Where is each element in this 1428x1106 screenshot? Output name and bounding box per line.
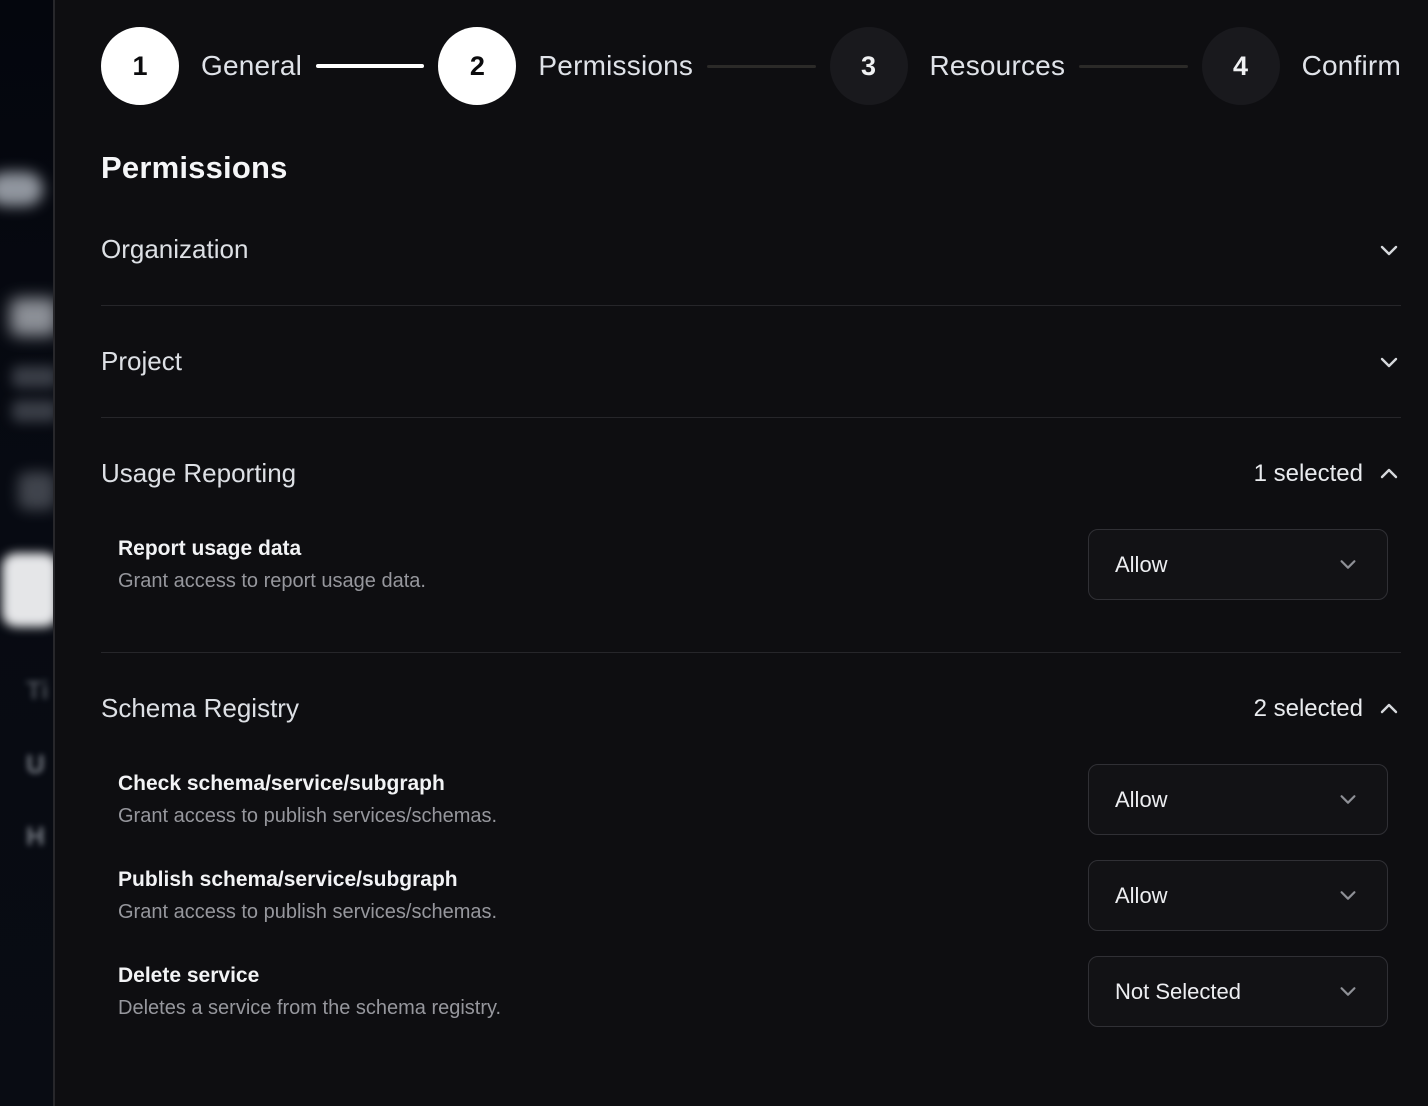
step-label: General xyxy=(201,50,302,82)
permission-select-delete-service[interactable]: Not Selected xyxy=(1088,956,1388,1027)
background-blur-blob xyxy=(12,400,55,422)
section-title: Organization xyxy=(101,234,248,265)
permission-select-report-usage-data[interactable]: Allow xyxy=(1088,529,1388,600)
select-value: Allow xyxy=(1115,883,1168,909)
permission-select-publish-schema[interactable]: Allow xyxy=(1088,860,1388,931)
section-organization: Organization xyxy=(101,194,1401,306)
permission-sections: Organization Project xyxy=(101,194,1401,1079)
step-label: Resources xyxy=(930,50,1066,82)
step-permissions: 2 Permissions xyxy=(438,27,693,105)
section-header-usage-reporting[interactable]: Usage Reporting 1 selected xyxy=(101,418,1401,503)
step-resources: 3 Resources xyxy=(830,27,1066,105)
step-confirm: 4 Confirm xyxy=(1202,27,1401,105)
select-value: Not Selected xyxy=(1115,979,1241,1005)
background-blur-blob xyxy=(12,366,55,388)
step-number-circle: 1 xyxy=(101,27,179,105)
selected-count: 2 selected xyxy=(1254,695,1363,723)
permission-description: Grant access to publish services/schemas… xyxy=(118,901,497,924)
section-title: Schema Registry xyxy=(101,693,299,724)
section-title: Project xyxy=(101,346,182,377)
permission-description: Grant access to report usage data. xyxy=(118,570,426,593)
section-header-project[interactable]: Project xyxy=(101,306,1401,417)
step-number-circle: 2 xyxy=(438,27,516,105)
blurred-sidebar-item: H xyxy=(26,816,55,856)
chevron-down-icon xyxy=(1337,980,1361,1004)
permission-row-report-usage-data: Report usage data Grant access to report… xyxy=(101,529,1401,600)
selected-count: 1 selected xyxy=(1254,460,1363,488)
section-header-organization[interactable]: Organization xyxy=(101,194,1401,305)
background-blur-blob xyxy=(18,472,55,510)
permission-title: Report usage data xyxy=(118,537,426,561)
wizard-stepper: 1 General 2 Permissions 3 Resources 4 Co… xyxy=(101,26,1401,106)
step-label: Confirm xyxy=(1302,50,1401,82)
section-usage-reporting: Usage Reporting 1 selected Report usage … xyxy=(101,418,1401,653)
background-blur-card xyxy=(2,553,55,627)
step-label: Permissions xyxy=(538,50,693,82)
permission-row-check-schema: Check schema/service/subgraph Grant acce… xyxy=(101,764,1401,835)
permission-title: Delete service xyxy=(118,964,501,988)
chevron-up-icon[interactable] xyxy=(1377,462,1401,486)
step-general: 1 General xyxy=(101,27,302,105)
section-project: Project xyxy=(101,306,1401,418)
step-number-circle: 4 xyxy=(1202,27,1280,105)
section-title: Usage Reporting xyxy=(101,458,296,489)
permission-title: Publish schema/service/subgraph xyxy=(118,868,497,892)
permission-select-check-schema[interactable]: Allow xyxy=(1088,764,1388,835)
step-connector xyxy=(1079,65,1187,68)
permission-description: Grant access to publish services/schemas… xyxy=(118,805,497,828)
page-title: Permissions xyxy=(101,150,1401,186)
blurred-sidebar-item: Ti xyxy=(26,670,55,710)
background-blur-blob xyxy=(0,172,43,206)
chevron-down-icon[interactable] xyxy=(1377,238,1401,262)
blurred-sidebar-item: U xyxy=(26,744,55,784)
permission-title: Check schema/service/subgraph xyxy=(118,772,497,796)
chevron-down-icon xyxy=(1337,553,1361,577)
chevron-down-icon xyxy=(1337,884,1361,908)
permission-description: Deletes a service from the schema regist… xyxy=(118,997,501,1020)
step-number-circle: 3 xyxy=(830,27,908,105)
select-value: Allow xyxy=(1115,552,1168,578)
chevron-down-icon[interactable] xyxy=(1377,350,1401,374)
section-header-schema-registry[interactable]: Schema Registry 2 selected xyxy=(101,653,1401,738)
step-connector xyxy=(707,65,815,68)
access-token-wizard-panel: 1 General 2 Permissions 3 Resources 4 Co… xyxy=(57,0,1428,1106)
background-page-strip: Ti U H xyxy=(0,0,55,1106)
section-schema-registry: Schema Registry 2 selected Check schema/… xyxy=(101,653,1401,1079)
permission-row-publish-schema: Publish schema/service/subgraph Grant ac… xyxy=(101,860,1401,931)
chevron-up-icon[interactable] xyxy=(1377,697,1401,721)
permission-row-delete-service: Delete service Deletes a service from th… xyxy=(101,956,1401,1027)
chevron-down-icon xyxy=(1337,788,1361,812)
step-connector xyxy=(316,64,424,68)
background-blur-blob xyxy=(10,298,55,336)
select-value: Allow xyxy=(1115,787,1168,813)
